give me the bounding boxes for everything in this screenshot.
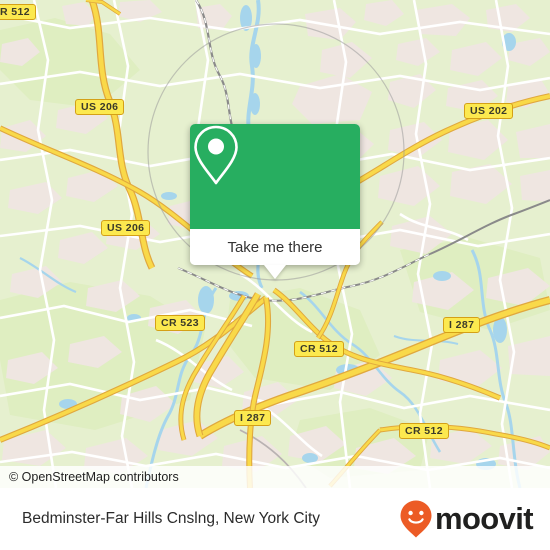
moovit-wordmark: moovit — [434, 501, 534, 536]
popup-icon-area — [190, 124, 360, 229]
map-pin-icon — [194, 125, 238, 185]
footer-bar: Bedminster-Far Hills Cnslng, New York Ci… — [0, 488, 550, 550]
osm-attribution-bar: © OpenStreetMap contributors — [0, 466, 550, 488]
osm-attribution-text: © OpenStreetMap contributors — [9, 470, 179, 484]
road-shield: I 287 — [443, 317, 481, 333]
take-me-there-label: Take me there — [227, 238, 323, 256]
road-shield: CR 512 — [399, 423, 450, 439]
map-canvas[interactable]: CR 512 US 206 US 202 US 206 CR 523 CR 51… — [0, 0, 550, 488]
road-shield: US 206 — [75, 99, 125, 115]
moovit-smiley-pin-icon — [400, 500, 432, 538]
road-shield: I 287 — [234, 410, 272, 426]
road-shield: CR 523 — [155, 315, 206, 331]
popup-action-area[interactable]: Take me there — [190, 229, 360, 265]
location-popup-card[interactable]: Take me there — [190, 124, 360, 279]
moovit-brand[interactable]: moovit — [399, 499, 534, 539]
map-screenshot: CR 512 US 206 US 202 US 206 CR 523 CR 51… — [0, 0, 550, 550]
road-shield: US 202 — [464, 103, 514, 119]
road-shield: US 206 — [101, 220, 151, 236]
road-shield: CR 512 — [0, 4, 37, 20]
road-shield: CR 512 — [294, 341, 345, 357]
location-title: Bedminster-Far Hills Cnslng, New York Ci… — [22, 510, 321, 527]
popup-pointer — [264, 265, 286, 279]
